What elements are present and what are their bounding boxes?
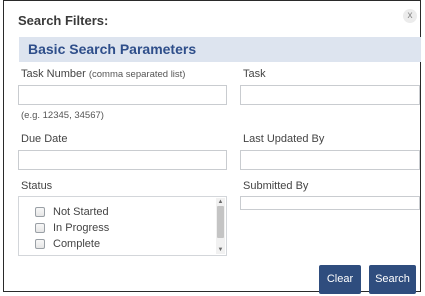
last-updated-by-input[interactable]: [240, 150, 420, 170]
status-list[interactable]: Not Started In Progress Complete ▲ ▼: [18, 196, 227, 256]
scroll-thumb[interactable]: [217, 206, 224, 238]
submitted-by-label: Submitted By: [243, 180, 309, 192]
task-number-label: Task Number (comma separated list): [21, 68, 185, 80]
scroll-down-icon[interactable]: ▼: [217, 247, 224, 253]
due-date-label: Due Date: [21, 133, 68, 145]
status-option-in-progress[interactable]: In Progress: [35, 221, 109, 235]
checkbox[interactable]: [35, 207, 45, 217]
status-option-label: In Progress: [53, 222, 110, 234]
status-option-complete[interactable]: Complete: [35, 237, 100, 251]
submitted-by-input[interactable]: [240, 196, 420, 210]
checkbox[interactable]: [35, 223, 45, 233]
status-label: Status: [21, 180, 53, 192]
status-option-label: Not Started: [53, 206, 109, 218]
search-button[interactable]: Search: [369, 265, 416, 294]
task-number-hint: (e.g. 12345, 34567): [21, 110, 104, 121]
status-option-label: Complete: [53, 238, 101, 250]
task-number-input[interactable]: [18, 85, 227, 105]
checkbox[interactable]: [35, 239, 45, 249]
due-date-input[interactable]: [18, 150, 227, 170]
task-number-label-text: Task Number: [21, 68, 86, 80]
task-number-sublabel: (comma separated list): [88, 69, 186, 80]
section-header: Basic Search Parameters: [19, 37, 421, 62]
last-updated-by-label: Last Updated By: [243, 133, 325, 145]
scroll-up-icon[interactable]: ▲: [217, 199, 224, 205]
clear-button[interactable]: Clear: [319, 265, 361, 294]
close-icon[interactable]: x: [403, 9, 417, 23]
task-label: Task: [243, 68, 266, 80]
status-option-not-started[interactable]: Not Started: [35, 205, 109, 219]
task-input[interactable]: [240, 85, 420, 105]
dialog-title: Search Filters:: [18, 13, 109, 28]
status-scrollbar[interactable]: ▲ ▼: [216, 198, 225, 254]
